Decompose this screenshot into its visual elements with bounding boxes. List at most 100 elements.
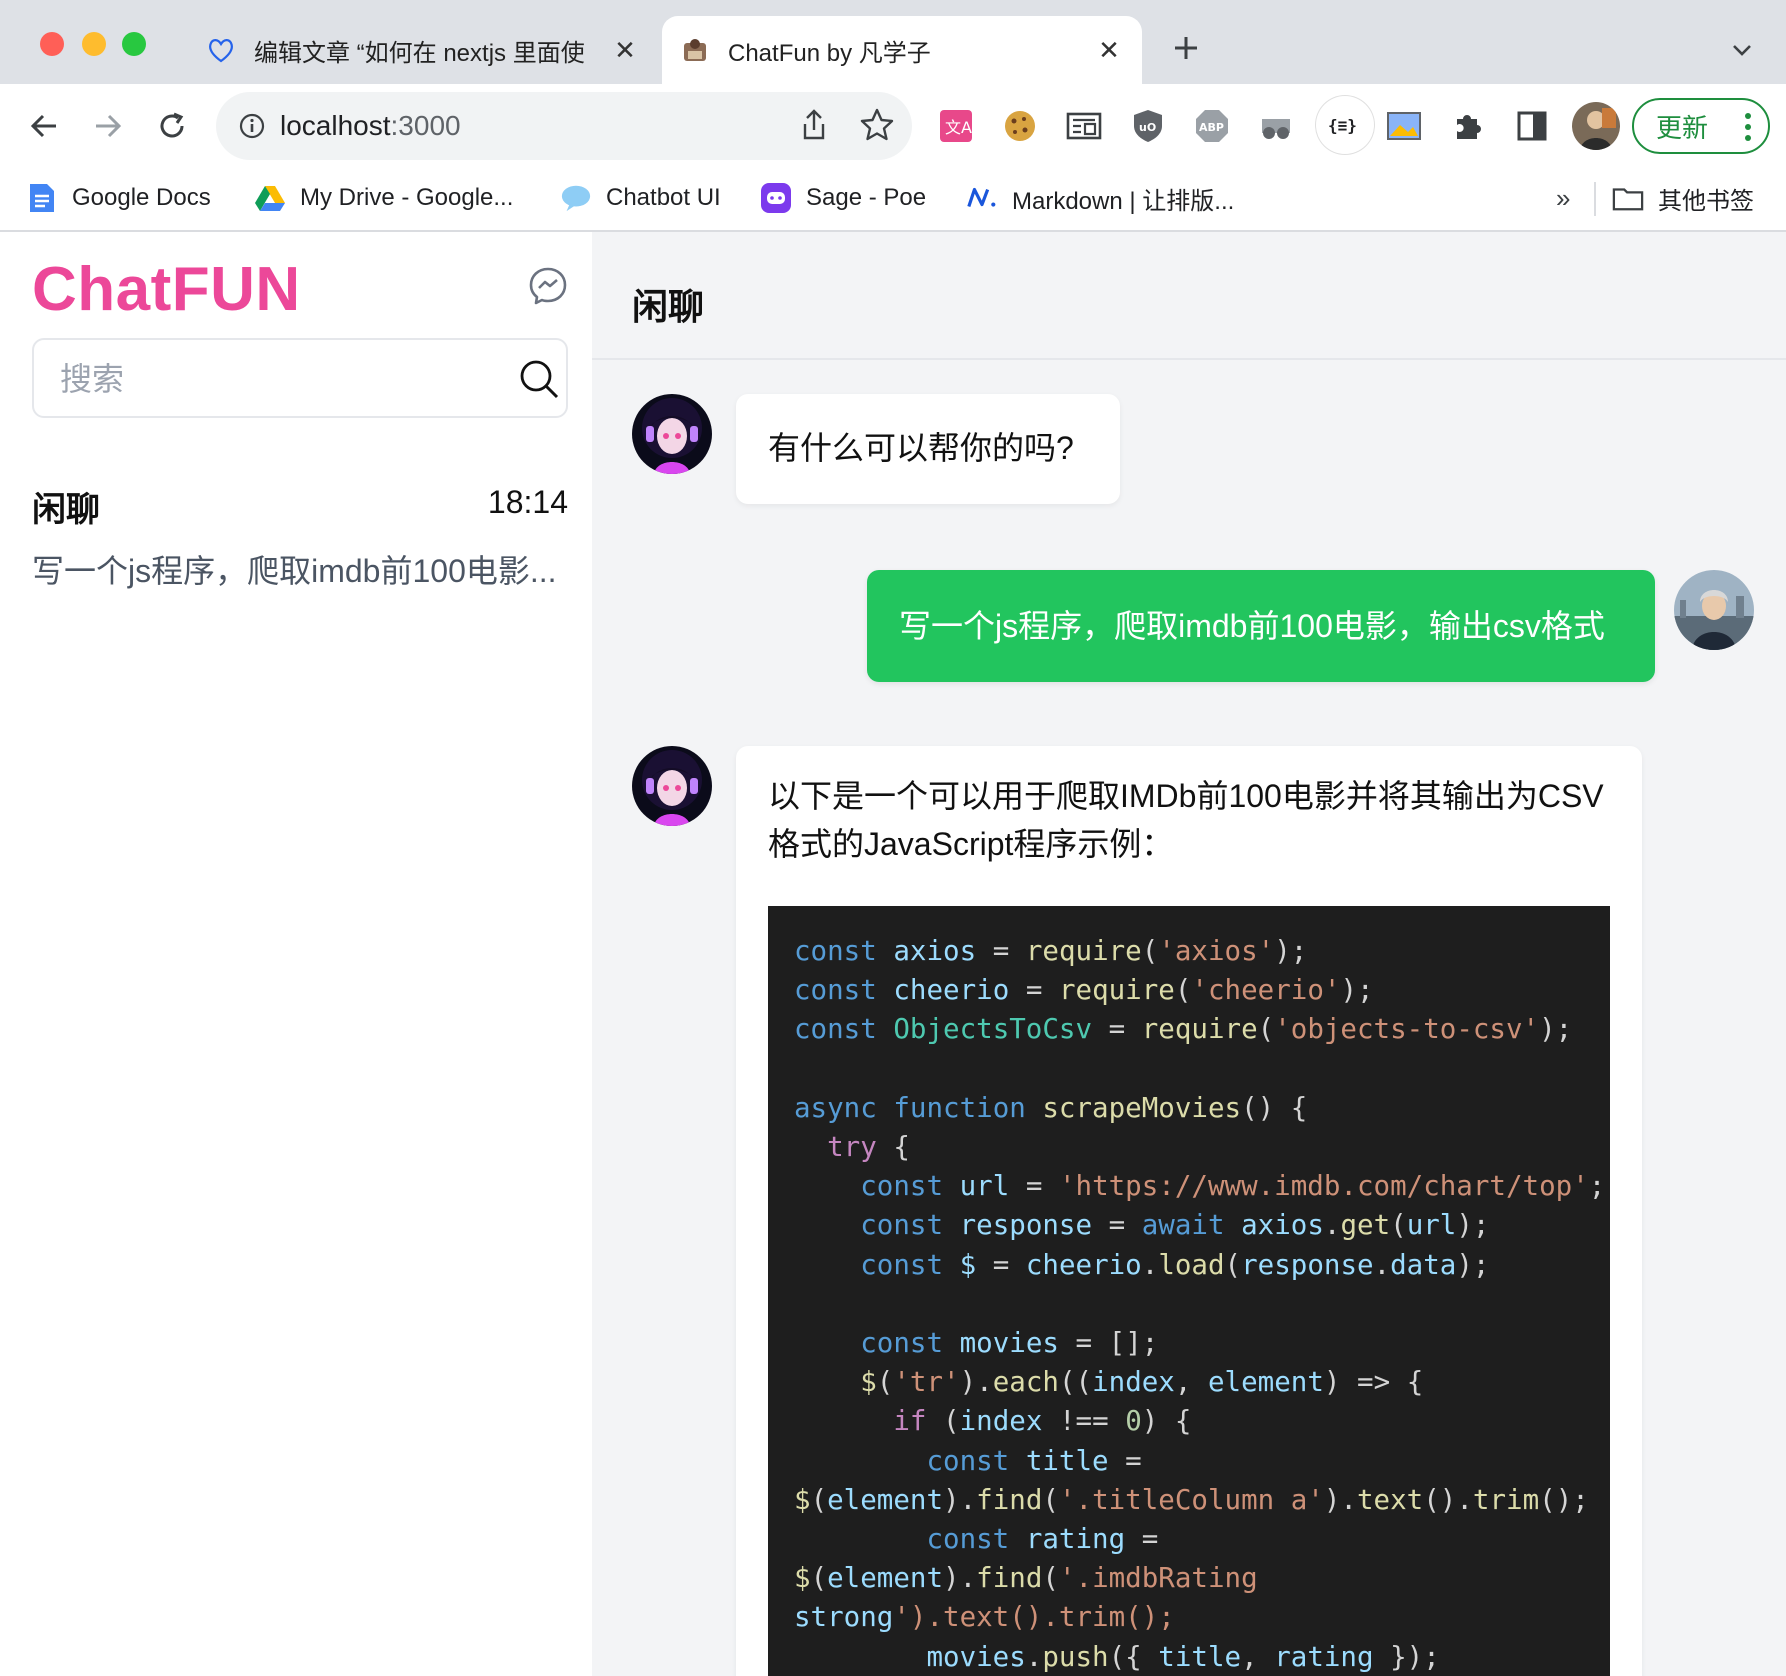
window-minimize-button[interactable] [82,32,106,56]
share-icon[interactable] [796,108,832,144]
tab-chatfun[interactable]: ChatFun by 凡学子 ✕ [662,16,1142,84]
tab-edit-article[interactable]: 编辑文章 “如何在 nextjs 里面使 ✕ [188,16,658,84]
message-text: 有什么可以帮你的吗? [768,430,1074,466]
url-text: localhost:3000 [280,110,461,142]
chat-title: 闲聊 [632,286,705,327]
tab-title: 编辑文章 “如何在 nextjs 里面使 [254,39,585,67]
code-line: const rating = [926,1523,1159,1556]
url-port: :3000 [390,110,461,141]
search-input[interactable] [58,354,502,404]
update-button[interactable]: 更新 [1632,98,1770,154]
tab-close-icon[interactable]: ✕ [1094,35,1124,65]
code-content: const axios = require('axios'); const che… [794,932,1606,1676]
window-zoom-button[interactable] [122,32,146,56]
translate-extension-icon[interactable]: 文A [934,104,978,148]
search-box [32,338,568,418]
tab-strip: 编辑文章 “如何在 nextjs 里面使 ✕ ChatFun by 凡学子 ✕ [0,0,1786,84]
bookmarks-bar: Google Docs My Drive - Google... Chatbot… [0,168,1786,232]
profile-avatar[interactable] [1572,102,1620,150]
address-bar[interactable]: localhost:3000 [216,92,912,160]
ghost-extension-icon[interactable] [1254,104,1298,148]
svg-text:{≡}: {≡} [1328,116,1357,135]
bookmark-google-docs[interactable]: Google Docs [26,178,211,218]
image-extension-icon[interactable] [1382,104,1426,148]
bookmark-label: Google Docs [72,184,211,211]
tab-search-chevron-icon[interactable] [1722,30,1762,70]
chat-panel: 闲聊 有什么可以帮你的吗? 写一个js程序，爬取imdb前100电影，输出csv… [592,232,1786,1676]
other-bookmarks-folder[interactable]: 其他书签 [1612,178,1754,218]
chat-bubble-icon [560,182,592,214]
code-line: $(element).find('.titleColumn a').text()… [794,1483,1589,1516]
code-line: $('tr').each((index, element) => { [860,1366,1424,1399]
bookmark-label: My Drive - Google... [300,184,514,211]
markdown-n-icon [966,182,998,214]
bookmark-sage-poe[interactable]: Sage - Poe [760,178,926,218]
side-panel-icon[interactable] [1510,104,1554,148]
bookmark-star-icon[interactable] [858,106,896,144]
message-text: 写一个js程序，爬取imdb前100电影，输出csv格式 [899,608,1605,644]
svg-text:uO: uO [1139,121,1156,134]
code-line: if (index !== 0) { [893,1405,1192,1438]
google-docs-icon [26,182,58,214]
assistant-message-bubble: 有什么可以帮你的吗? [736,394,1120,504]
code-line: movies.push({ title, rating }); [926,1640,1440,1673]
conversation-item[interactable]: 闲聊 18:14 写一个js程序，爬取imdb前100电影... [32,482,568,592]
code-line: const cheerio = require('cheerio'); [794,974,1374,1007]
svg-text:ABP: ABP [1199,121,1224,134]
folder-icon [1612,182,1644,214]
conversation-title: 闲聊 [32,491,100,529]
bookmark-chatbot-ui[interactable]: Chatbot UI [560,178,721,218]
bookmark-markdown[interactable]: Markdown | 让排版... [966,178,1234,218]
search-icon[interactable] [518,358,560,400]
new-tab-icon[interactable] [1166,28,1206,68]
json-formatter-extension-icon[interactable]: {≡} [1316,96,1374,154]
google-drive-icon [254,182,286,214]
user-message-bubble: 写一个js程序，爬取imdb前100电影，输出csv格式 [867,570,1655,682]
overflow-chevrons: » [1556,182,1571,213]
bookmarks-divider [1594,182,1596,216]
code-line: $(element).find('.imdbRating [794,1562,1258,1595]
poe-icon [760,182,792,214]
browser-toolbar: localhost:3000 文A uO ABP {≡} 更新 [0,84,1786,168]
bookmark-my-drive[interactable]: My Drive - Google... [254,178,513,218]
window-close-button[interactable] [40,32,64,56]
brand-logo: ChatFUN [32,255,301,324]
url-host: localhost [280,110,391,141]
site-info-icon[interactable] [236,110,268,142]
message-text-line: 以下是一个可以用于爬取IMDb前100电影并将其输出为CSV [768,778,1604,814]
forward-arrow-icon[interactable] [86,104,130,148]
assistant-avatar [632,394,712,474]
update-label: 更新 [1656,112,1709,143]
adblock-plus-extension-icon[interactable]: ABP [1190,104,1234,148]
bookmarks-overflow-button[interactable]: » [1556,178,1570,218]
conversation-time: 18:14 [487,484,568,520]
code-line: const movies = []; [860,1327,1159,1360]
code-line: const $ = cheerio.load(response.data); [860,1248,1490,1281]
ublock-extension-icon[interactable]: uO [1126,104,1170,148]
other-bookmarks-label: 其他书签 [1658,187,1754,215]
reader-extension-icon[interactable] [1062,104,1106,148]
tab-title: ChatFun by 凡学子 [728,39,931,67]
code-line: const response = await axios.get(url); [860,1209,1490,1242]
code-line: const title = [926,1444,1142,1477]
code-line: try { [827,1131,910,1164]
assistant-message-bubble: 以下是一个可以用于爬取IMDb前100电影并将其输出为CSV 格式的JavaSc… [736,746,1642,1676]
extensions-puzzle-icon[interactable] [1446,104,1490,148]
conversation-preview: 写一个js程序，爬取imdb前100电影... [32,553,557,589]
bookmark-label: Sage - Poe [806,184,927,211]
reload-icon[interactable] [150,104,194,148]
kebab-menu-icon[interactable] [1744,112,1752,142]
sidebar: ChatFUN 闲聊 18:14 写一个js程序，爬取imdb前100电影... [0,232,592,1676]
code-line: const ObjectsToCsv = require('objects-to… [794,1013,1573,1046]
user-avatar [1674,570,1754,650]
code-block: const axios = require('axios'); const che… [768,906,1610,1676]
new-chat-icon[interactable] [528,266,568,306]
cookie-extension-icon[interactable] [998,104,1042,148]
back-arrow-icon[interactable] [22,104,66,148]
tab-close-icon[interactable]: ✕ [610,35,640,65]
heart-outline-icon [206,35,236,65]
code-line: const url = 'https://www.imdb.com/chart/… [860,1170,1606,1203]
chat-header: 闲聊 [592,232,1786,360]
